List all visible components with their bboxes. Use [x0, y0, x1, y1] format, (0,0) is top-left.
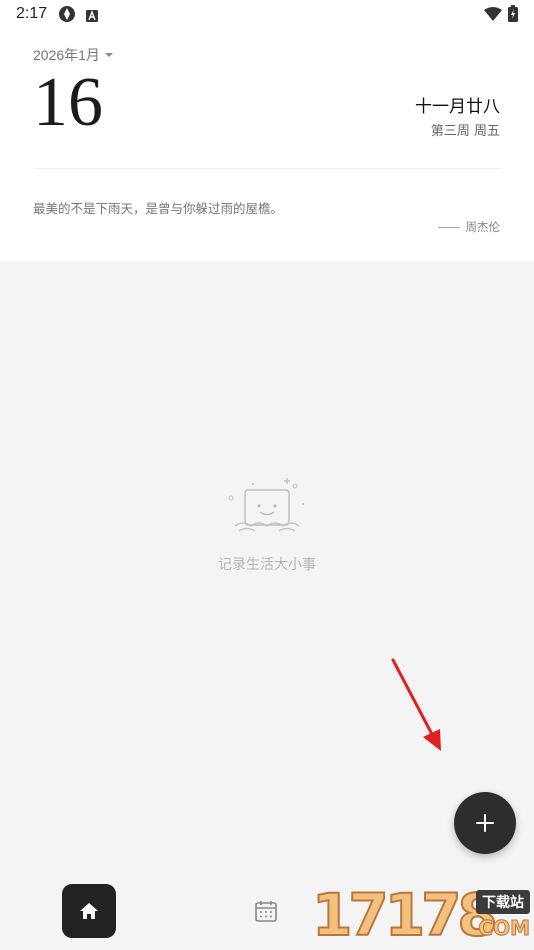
day-number: 16 — [33, 64, 103, 141]
status-bar: 2:17 — [0, 0, 534, 28]
date-header-card: 2026年1月 16 十一月廿八 第三周 周五 最美的不是下雨天，是曾与你躲过雨… — [0, 28, 534, 261]
dash-line — [437, 226, 460, 228]
watermark-logo: 17178 下载站 COM — [308, 881, 534, 950]
quote-author-name: 周杰伦 — [465, 220, 501, 234]
a-icon — [86, 7, 98, 26]
empty-state: 记录生活大小事 — [0, 470, 534, 574]
empty-state-text: 记录生活大小事 — [218, 557, 316, 573]
month-label: 2026年1月 — [33, 47, 100, 63]
watermark-number: 17178 — [311, 881, 499, 949]
sync-icon — [58, 5, 76, 27]
battery-icon — [508, 5, 518, 26]
nav-home-button[interactable] — [62, 884, 116, 938]
home-icon — [80, 903, 98, 919]
status-time: 2:17 — [16, 5, 48, 22]
empty-note-illustration — [228, 478, 304, 532]
lunar-date: 十一月廿八 — [415, 97, 500, 117]
annotation-arrow-icon — [391, 658, 441, 751]
watermark-badge: 下载站 — [476, 890, 530, 914]
watermark-suffix: COM — [478, 916, 531, 941]
divider — [33, 168, 501, 169]
plus-icon — [476, 814, 494, 832]
daily-quote: 最美的不是下雨天，是曾与你躲过雨的屋檐。 — [33, 201, 284, 216]
quote-author: 周杰伦 — [437, 219, 501, 235]
month-picker[interactable]: 2026年1月 — [33, 45, 113, 65]
week-info: 第三周 周五 — [430, 124, 500, 139]
calendar-icon[interactable] — [254, 899, 278, 923]
wifi-icon — [484, 6, 502, 25]
chevron-down-icon — [104, 53, 113, 57]
add-button[interactable] — [454, 792, 516, 854]
